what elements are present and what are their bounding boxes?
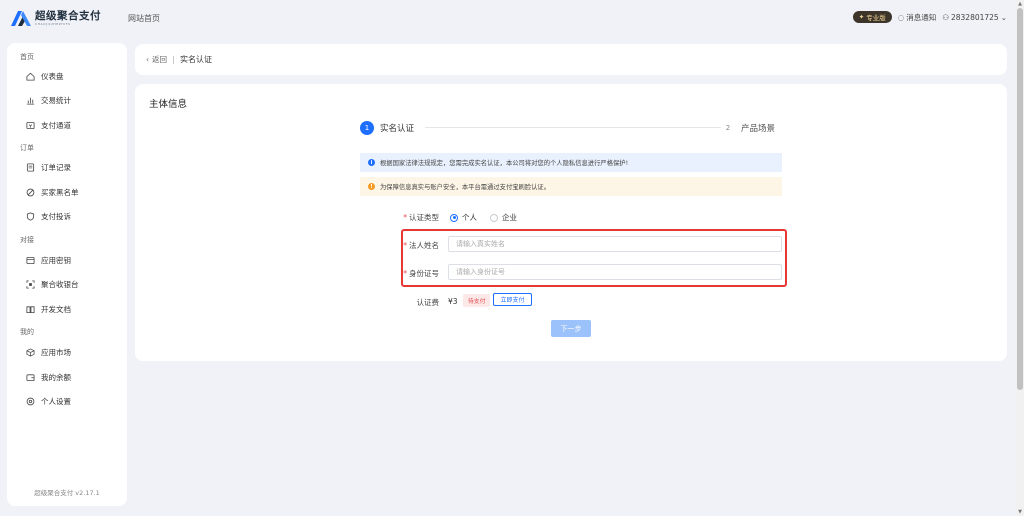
- back-button[interactable]: ‹ 返回: [146, 54, 167, 65]
- bar-chart-icon: [26, 96, 35, 105]
- step-label: 实名认证: [380, 124, 415, 134]
- key-icon: [26, 256, 35, 265]
- warning-icon: !: [368, 183, 375, 190]
- info-alert: i 根据国家法律法规规定，您需完成实名认证，本公司将对您的个人隐私信息进行严格保…: [360, 153, 782, 172]
- fee-label: 认证费: [416, 298, 440, 307]
- sidebar-item-app-market[interactable]: 应用市场: [26, 345, 71, 359]
- auth-type-label: * 认证类型: [403, 213, 439, 222]
- scroll-up-icon[interactable]: ▲: [1016, 0, 1024, 8]
- payment-channel-icon: [26, 121, 35, 130]
- user-icon: ⚇: [942, 12, 949, 22]
- sidebar-group-title: 对接: [20, 236, 34, 244]
- pro-badge[interactable]: ✦ 专业版: [852, 11, 892, 23]
- breadcrumb-divider: [173, 55, 174, 64]
- sidebar-item-buyer-blacklist[interactable]: 买家黑名单: [26, 185, 79, 199]
- fee-amount: ¥3: [448, 297, 458, 306]
- user-menu[interactable]: ⚇ 2832801725 ⌄: [942, 13, 1007, 22]
- status-badge: 待支付: [463, 294, 491, 307]
- page-title: 实名认证: [180, 55, 212, 64]
- book-icon: [26, 305, 35, 314]
- app-subtitle: CHAOJIJUHEZHIFU: [35, 21, 71, 26]
- top-bar: 超级聚合支付 CHAOJIJUHEZHIFU 网站首页 ✦ 专业版 ◌ 消息通知…: [0, 0, 1016, 38]
- radio-dot: [450, 213, 458, 222]
- warning-alert: ! 为保障信息真实与账户安全，本平台需通过支付宝刷脸认证。: [360, 177, 782, 196]
- step-number: 2: [721, 121, 735, 135]
- order-record-icon: [26, 162, 35, 172]
- sidebar-item-app-keys[interactable]: 应用密钥: [26, 253, 71, 267]
- info-icon: i: [368, 159, 375, 166]
- next-step-button[interactable]: 下一步: [551, 320, 591, 337]
- radio-enterprise[interactable]: 企业: [490, 212, 517, 223]
- sidebar-group-title: 我的: [20, 328, 34, 336]
- app-name: 超级聚合支付: [35, 9, 101, 22]
- step-label: 产品场景: [741, 124, 776, 134]
- sidebar-item-payment-complaints[interactable]: 支付投诉: [26, 209, 71, 223]
- pay-now-button[interactable]: 立即支付: [493, 293, 532, 306]
- step-connector: [425, 127, 722, 128]
- chevron-left-icon: ‹: [146, 55, 149, 64]
- sidebar-item-my-balance[interactable]: 我的余额: [26, 370, 71, 384]
- logo[interactable]: 超级聚合支付 CHAOJIJUHEZHIFU: [10, 9, 101, 27]
- sidebar-item-trade-stats[interactable]: 交易统计: [26, 93, 71, 107]
- sidebar-group-title: 首页: [20, 53, 34, 61]
- required-mark: *: [403, 213, 407, 222]
- sidebar: 首页 仪表盘 交易统计 支付通道 订单 订单记录 买家黑名单 支付投诉 对接 应…: [7, 43, 127, 506]
- site-home-link[interactable]: 网站首页: [128, 13, 160, 24]
- breadcrumb: ‹ 返回 实名认证: [135, 44, 1007, 75]
- bell-icon: ◌: [897, 12, 905, 22]
- gear-icon: [26, 397, 35, 406]
- radio-dot: [490, 213, 498, 222]
- sidebar-item-payment-channel[interactable]: 支付通道: [26, 118, 71, 132]
- highlight-box: [401, 229, 787, 287]
- notifications-link[interactable]: ◌ 消息通知: [898, 12, 937, 23]
- section-title: 主体信息: [149, 99, 188, 110]
- sidebar-item-personal-settings[interactable]: 个人设置: [26, 394, 71, 408]
- app-version: 超级聚合支付 v2.17.1: [34, 489, 100, 497]
- chevron-down-icon: ⌄: [1000, 12, 1007, 22]
- wallet-icon: [26, 373, 35, 382]
- step-2[interactable]: 2 产品场景: [721, 121, 775, 135]
- cube-icon: [26, 347, 35, 357]
- sidebar-item-order-records[interactable]: 订单记录: [26, 160, 71, 174]
- page-scrollbar[interactable]: ▲ ▼: [1016, 0, 1024, 516]
- scroll-down-icon[interactable]: ▼: [1016, 508, 1024, 516]
- sidebar-item-dev-docs[interactable]: 开发文档: [26, 302, 71, 316]
- crown-icon: ✦: [858, 13, 865, 21]
- sidebar-item-dashboard[interactable]: 仪表盘: [26, 69, 64, 83]
- step-number: 1: [360, 121, 374, 135]
- scrollbar-thumb[interactable]: [1017, 8, 1023, 390]
- radio-personal[interactable]: 个人: [450, 212, 477, 223]
- sidebar-group-title: 订单: [20, 144, 34, 152]
- home-icon: [26, 72, 35, 81]
- main-card: 主体信息 1 实名认证 2 产品场景 i 根据国家法律法规规定，您需完成实名认证…: [135, 84, 1007, 361]
- sidebar-item-cashier[interactable]: 聚合收银台: [26, 277, 79, 291]
- shield-icon: [26, 211, 35, 221]
- step-1[interactable]: 1 实名认证: [360, 121, 414, 135]
- blacklist-icon: [26, 188, 35, 197]
- scan-icon: [26, 279, 35, 289]
- logo-mark-icon: [10, 9, 32, 27]
